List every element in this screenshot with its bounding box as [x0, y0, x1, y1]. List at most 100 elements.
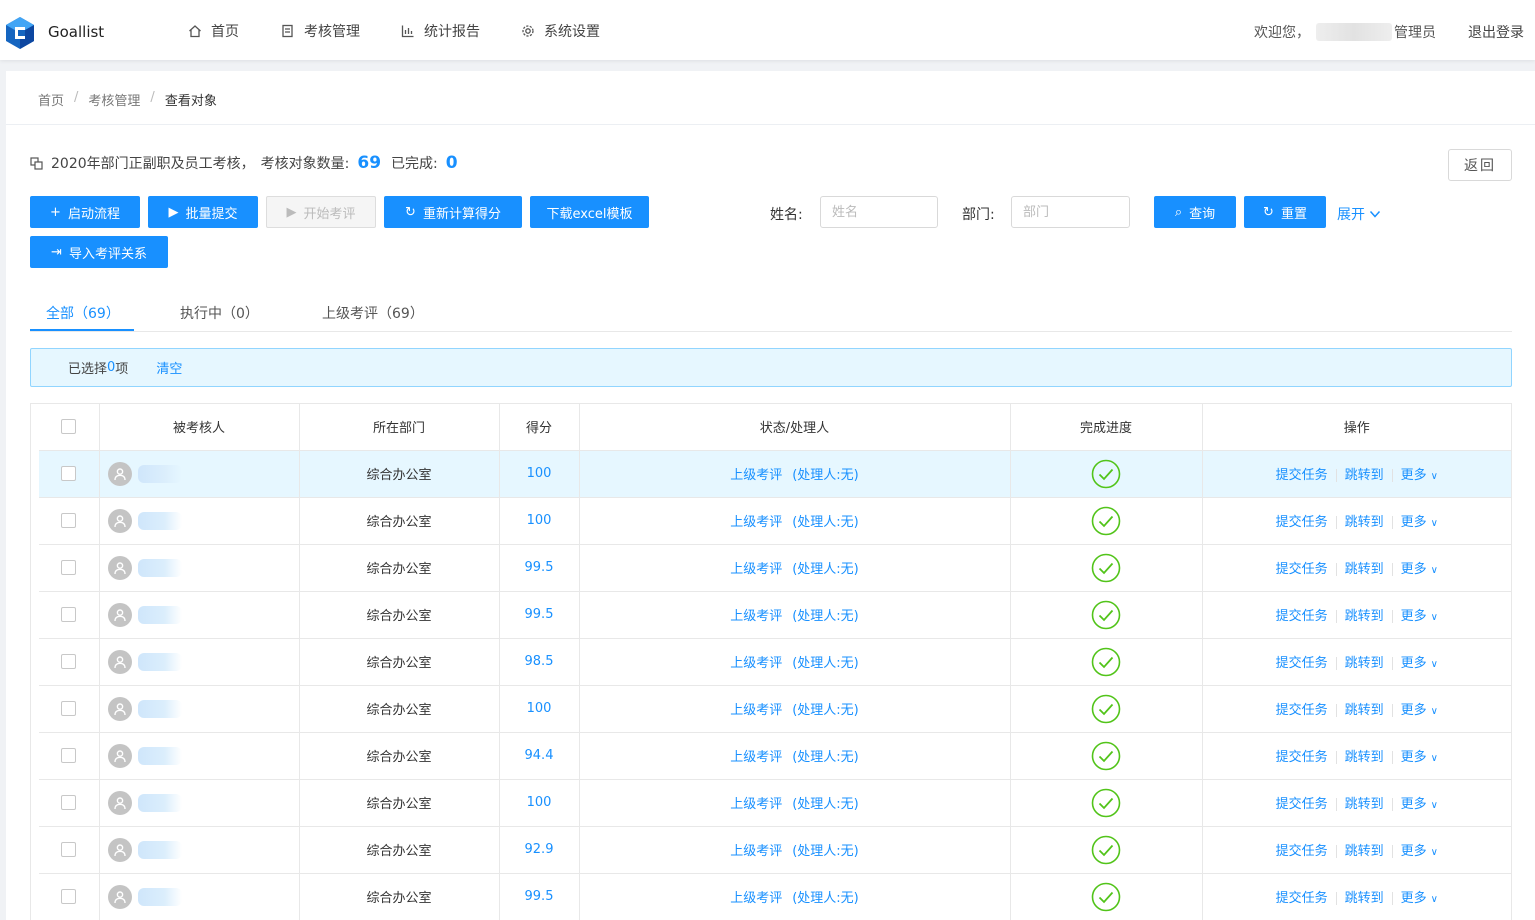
- row-checkbox[interactable]: [61, 466, 77, 481]
- start-flow-button[interactable]: + 启动流程: [30, 196, 140, 228]
- submit-task-link[interactable]: 提交任务: [1276, 562, 1328, 577]
- row-checkbox[interactable]: [61, 701, 77, 716]
- start-review-button[interactable]: ▶ 开始考评: [266, 196, 376, 228]
- table-row[interactable]: 综合办公室 92.9 上级考评 (处理人:无) 提交任务 跳转到 更多 ∨: [39, 826, 1511, 874]
- user-avatar-icon: [107, 837, 132, 862]
- assessee-name-redacted: [137, 605, 182, 624]
- submit-task-link[interactable]: 提交任务: [1276, 703, 1328, 718]
- assessee-cell: [98, 732, 299, 780]
- submit-task-link[interactable]: 提交任务: [1276, 656, 1328, 671]
- more-dropdown[interactable]: 更多 ∨: [1401, 515, 1438, 530]
- back-button[interactable]: 返回: [1448, 149, 1512, 181]
- jump-to-link[interactable]: 跳转到: [1345, 703, 1384, 718]
- more-dropdown[interactable]: 更多 ∨: [1401, 609, 1438, 624]
- more-dropdown[interactable]: 更多 ∨: [1401, 703, 1438, 718]
- jump-to-link[interactable]: 跳转到: [1345, 515, 1384, 530]
- assessment-title: 2020年部门正副职及员工考核，: [51, 156, 255, 172]
- table-row[interactable]: 综合办公室 100 上级考评 (处理人:无) 提交任务 跳转到 更多 ∨: [39, 779, 1511, 827]
- submit-task-link[interactable]: 提交任务: [1276, 844, 1328, 859]
- operations-cell: 提交任务 跳转到 更多 ∨: [1201, 450, 1511, 498]
- divider: [6, 124, 1535, 125]
- jump-to-link[interactable]: 跳转到: [1345, 797, 1384, 812]
- status-text[interactable]: 上级考评: [730, 844, 782, 859]
- more-dropdown[interactable]: 更多 ∨: [1401, 468, 1438, 483]
- submit-task-link[interactable]: 提交任务: [1276, 609, 1328, 624]
- query-button[interactable]: ⌕ 查询: [1154, 196, 1236, 228]
- jump-to-link[interactable]: 跳转到: [1345, 609, 1384, 624]
- status-text[interactable]: 上级考评: [730, 797, 782, 812]
- tab-all[interactable]: 全部（69）: [46, 303, 120, 323]
- table-row[interactable]: 综合办公室 100 上级考评 (处理人:无) 提交任务 跳转到 更多 ∨: [39, 497, 1511, 545]
- jump-to-link[interactable]: 跳转到: [1345, 844, 1384, 859]
- status-text[interactable]: 上级考评: [730, 656, 782, 671]
- clear-selection-link[interactable]: 清空: [156, 358, 182, 377]
- selection-prefix: 已选择: [68, 362, 108, 377]
- assessee-name-redacted: [137, 840, 182, 859]
- nav-report[interactable]: 统计报告: [401, 21, 480, 41]
- table-row[interactable]: 综合办公室 99.5 上级考评 (处理人:无) 提交任务 跳转到 更多 ∨: [39, 544, 1511, 592]
- nav-home[interactable]: 首页: [188, 21, 239, 41]
- score-cell: 98.5: [498, 638, 579, 686]
- download-template-button[interactable]: 下载excel模板: [530, 196, 649, 228]
- status-text[interactable]: 上级考评: [730, 750, 782, 765]
- more-dropdown[interactable]: 更多 ∨: [1401, 562, 1438, 577]
- row-checkbox[interactable]: [61, 889, 77, 904]
- nav-assessment[interactable]: 考核管理: [281, 21, 360, 41]
- import-relations-button[interactable]: ⇥ 导入考评关系: [30, 236, 168, 268]
- expand-filters-link[interactable]: 展开: [1337, 204, 1381, 224]
- more-dropdown[interactable]: 更多 ∨: [1401, 891, 1438, 906]
- row-checkbox[interactable]: [61, 842, 77, 857]
- submit-task-link[interactable]: 提交任务: [1276, 750, 1328, 765]
- status-text[interactable]: 上级考评: [730, 562, 782, 577]
- assessee-name-redacted: [137, 558, 182, 577]
- more-dropdown[interactable]: 更多 ∨: [1401, 656, 1438, 671]
- row-checkbox[interactable]: [61, 560, 77, 575]
- assessee-name-redacted: [137, 793, 182, 812]
- more-dropdown[interactable]: 更多 ∨: [1401, 844, 1438, 859]
- user-avatar-icon: [107, 790, 132, 815]
- row-checkbox[interactable]: [61, 607, 77, 622]
- row-checkbox[interactable]: [61, 654, 77, 669]
- jump-to-link[interactable]: 跳转到: [1345, 562, 1384, 577]
- jump-to-link[interactable]: 跳转到: [1345, 656, 1384, 671]
- submit-task-link[interactable]: 提交任务: [1276, 468, 1328, 483]
- recalculate-score-button[interactable]: ↻ 重新计算得分: [384, 196, 522, 228]
- jump-to-link[interactable]: 跳转到: [1345, 891, 1384, 906]
- submit-task-link[interactable]: 提交任务: [1276, 797, 1328, 812]
- done-count-label: 已完成:: [391, 156, 438, 172]
- done-count: 0: [445, 153, 458, 173]
- select-all-checkbox[interactable]: [61, 419, 77, 435]
- reset-button[interactable]: ↻ 重置: [1244, 196, 1326, 228]
- more-label: 更多: [1400, 750, 1427, 765]
- row-checkbox[interactable]: [61, 748, 77, 763]
- table-row[interactable]: 综合办公室 100 上级考评 (处理人:无) 提交任务 跳转到 更多 ∨: [39, 450, 1511, 498]
- submit-task-link[interactable]: 提交任务: [1276, 891, 1328, 906]
- submit-task-link[interactable]: 提交任务: [1276, 515, 1328, 530]
- batch-submit-button[interactable]: ▶ 批量提交: [148, 196, 258, 228]
- jump-to-link[interactable]: 跳转到: [1345, 468, 1384, 483]
- status-text[interactable]: 上级考评: [730, 468, 782, 483]
- status-text[interactable]: 上级考评: [730, 609, 782, 624]
- row-checkbox[interactable]: [61, 513, 77, 528]
- table-row[interactable]: 综合办公室 98.5 上级考评 (处理人:无) 提交任务 跳转到 更多 ∨: [39, 638, 1511, 686]
- tab-superior-review[interactable]: 上级考评（69）: [322, 303, 424, 323]
- table-row[interactable]: 综合办公室 99.5 上级考评 (处理人:无) 提交任务 跳转到 更多 ∨: [39, 873, 1511, 920]
- more-dropdown[interactable]: 更多 ∨: [1401, 750, 1438, 765]
- dept-filter-input[interactable]: [1011, 196, 1130, 228]
- table-row[interactable]: 综合办公室 100 上级考评 (处理人:无) 提交任务 跳转到 更多 ∨: [39, 685, 1511, 733]
- status-text[interactable]: 上级考评: [730, 891, 782, 906]
- table-row[interactable]: 综合办公室 94.4 上级考评 (处理人:无) 提交任务 跳转到 更多 ∨: [39, 732, 1511, 780]
- more-dropdown[interactable]: 更多 ∨: [1401, 797, 1438, 812]
- logout-link[interactable]: 退出登录: [1468, 22, 1524, 42]
- tab-in-progress[interactable]: 执行中（0）: [180, 303, 259, 323]
- name-filter-input[interactable]: [820, 196, 938, 228]
- table-row[interactable]: 综合办公室 99.5 上级考评 (处理人:无) 提交任务 跳转到 更多 ∨: [39, 591, 1511, 639]
- breadcrumb-home[interactable]: 首页: [38, 90, 64, 109]
- jump-to-link[interactable]: 跳转到: [1345, 750, 1384, 765]
- status-text[interactable]: 上级考评: [730, 515, 782, 530]
- status-text[interactable]: 上级考评: [730, 703, 782, 718]
- row-select-cell: [39, 450, 99, 498]
- nav-settings[interactable]: 系统设置: [521, 21, 600, 41]
- breadcrumb-assessment[interactable]: 考核管理: [88, 90, 140, 109]
- row-checkbox[interactable]: [61, 795, 77, 810]
